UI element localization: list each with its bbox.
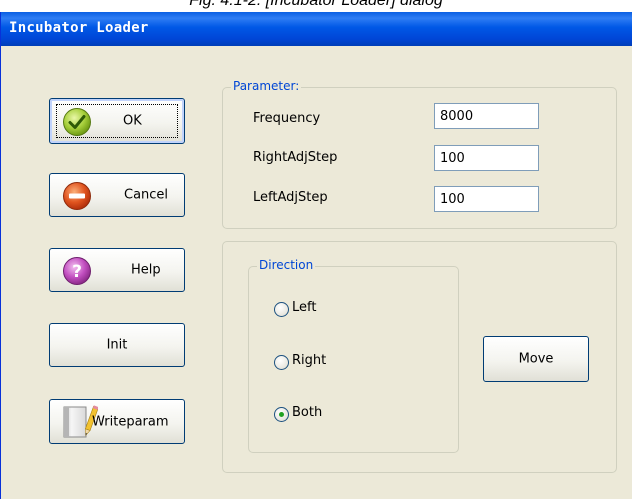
writeparam-button[interactable]: Writeparam [49,399,185,444]
frequency-input[interactable] [434,103,539,129]
direction-legend: Direction [257,258,316,272]
direction-right-label: Right [292,353,327,368]
radio-selected-dot [279,412,284,417]
ok-label: OK [123,113,142,129]
radio-button-icon [274,355,289,370]
window-title: Incubator Loader [9,20,149,36]
move-label: Move [518,351,554,367]
left-adj-step-label: LeftAdjStep [253,190,328,205]
cancel-button[interactable]: Cancel [49,173,185,217]
minus-icon [63,182,91,210]
direction-both-radio[interactable]: Both [274,405,334,423]
left-adj-step-input[interactable] [434,186,539,212]
parameter-legend: Parameter: [231,79,302,93]
frequency-label: Frequency [253,111,321,126]
radio-button-icon [274,302,289,317]
question-icon: ? [63,257,91,285]
check-icon [63,108,91,136]
title-bar[interactable]: Incubator Loader [1,12,632,46]
right-adj-step-input[interactable] [434,145,539,171]
help-button[interactable]: ? Help [49,248,185,292]
direction-both-label: Both [292,405,323,420]
right-adj-step-label: RightAdjStep [253,150,338,165]
init-button[interactable]: Init [49,323,185,367]
incubator-loader-dialog: Incubator Loader OK Cancel ? Help Init W… [0,12,632,499]
cancel-label: Cancel [124,187,169,203]
direction-left-radio[interactable]: Left [274,300,334,318]
help-label: Help [131,262,161,278]
init-label: Init [106,337,128,353]
writeparam-label: Writeparam [92,414,169,429]
move-button[interactable]: Move [483,336,589,382]
svg-text:?: ? [72,262,82,282]
radio-button-icon [274,407,289,422]
direction-right-radio[interactable]: Right [274,353,338,371]
direction-left-label: Left [292,300,317,315]
ok-button[interactable]: OK [49,98,185,144]
